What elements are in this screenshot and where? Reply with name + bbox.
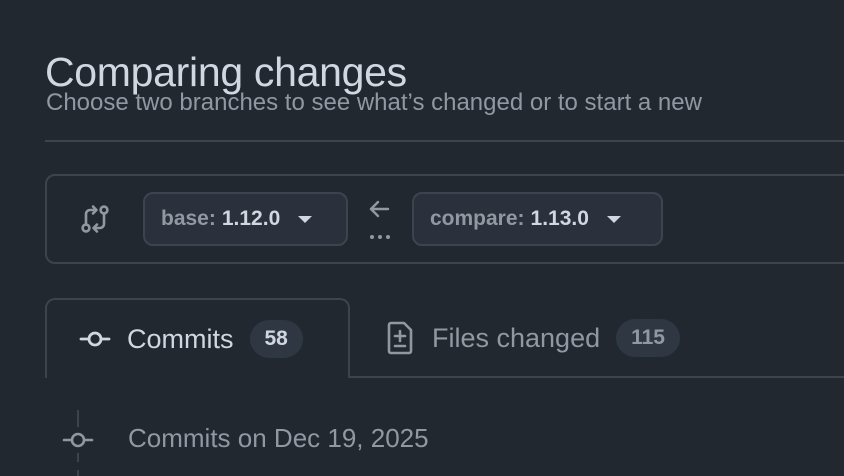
chevron-down-icon <box>298 215 313 223</box>
tab-files-changed-label: Files changed <box>432 322 601 353</box>
base-branch-select[interactable]: base: 1.12.0 <box>143 192 348 246</box>
commits-count-badge: 58 <box>249 320 303 358</box>
files-count-badge: 115 <box>616 319 680 357</box>
compare-branch-label: compare: <box>430 207 525 230</box>
tab-commits-label: Commits <box>127 323 234 354</box>
git-commit-icon <box>62 427 94 453</box>
compare-branch-select[interactable]: compare: 1.13.0 <box>412 192 663 246</box>
tab-commits[interactable]: Commits 58 <box>45 298 350 378</box>
commit-group-heading: Commits on Dec 19, 2025 <box>128 423 429 453</box>
tab-files-changed[interactable]: Files changed 115 <box>366 298 680 378</box>
arrow-left-icon <box>369 200 390 239</box>
chevron-down-icon <box>606 215 621 223</box>
file-diff-icon <box>387 321 413 355</box>
header-divider <box>45 140 844 142</box>
base-branch-label: base: <box>161 207 216 230</box>
base-branch-value: 1.12.0 <box>221 207 281 230</box>
page-subtitle: Choose two branches to see what’s change… <box>46 89 702 116</box>
git-compare-icon <box>81 205 109 233</box>
git-commit-icon <box>79 331 111 347</box>
compare-branch-value: 1.13.0 <box>530 207 589 230</box>
